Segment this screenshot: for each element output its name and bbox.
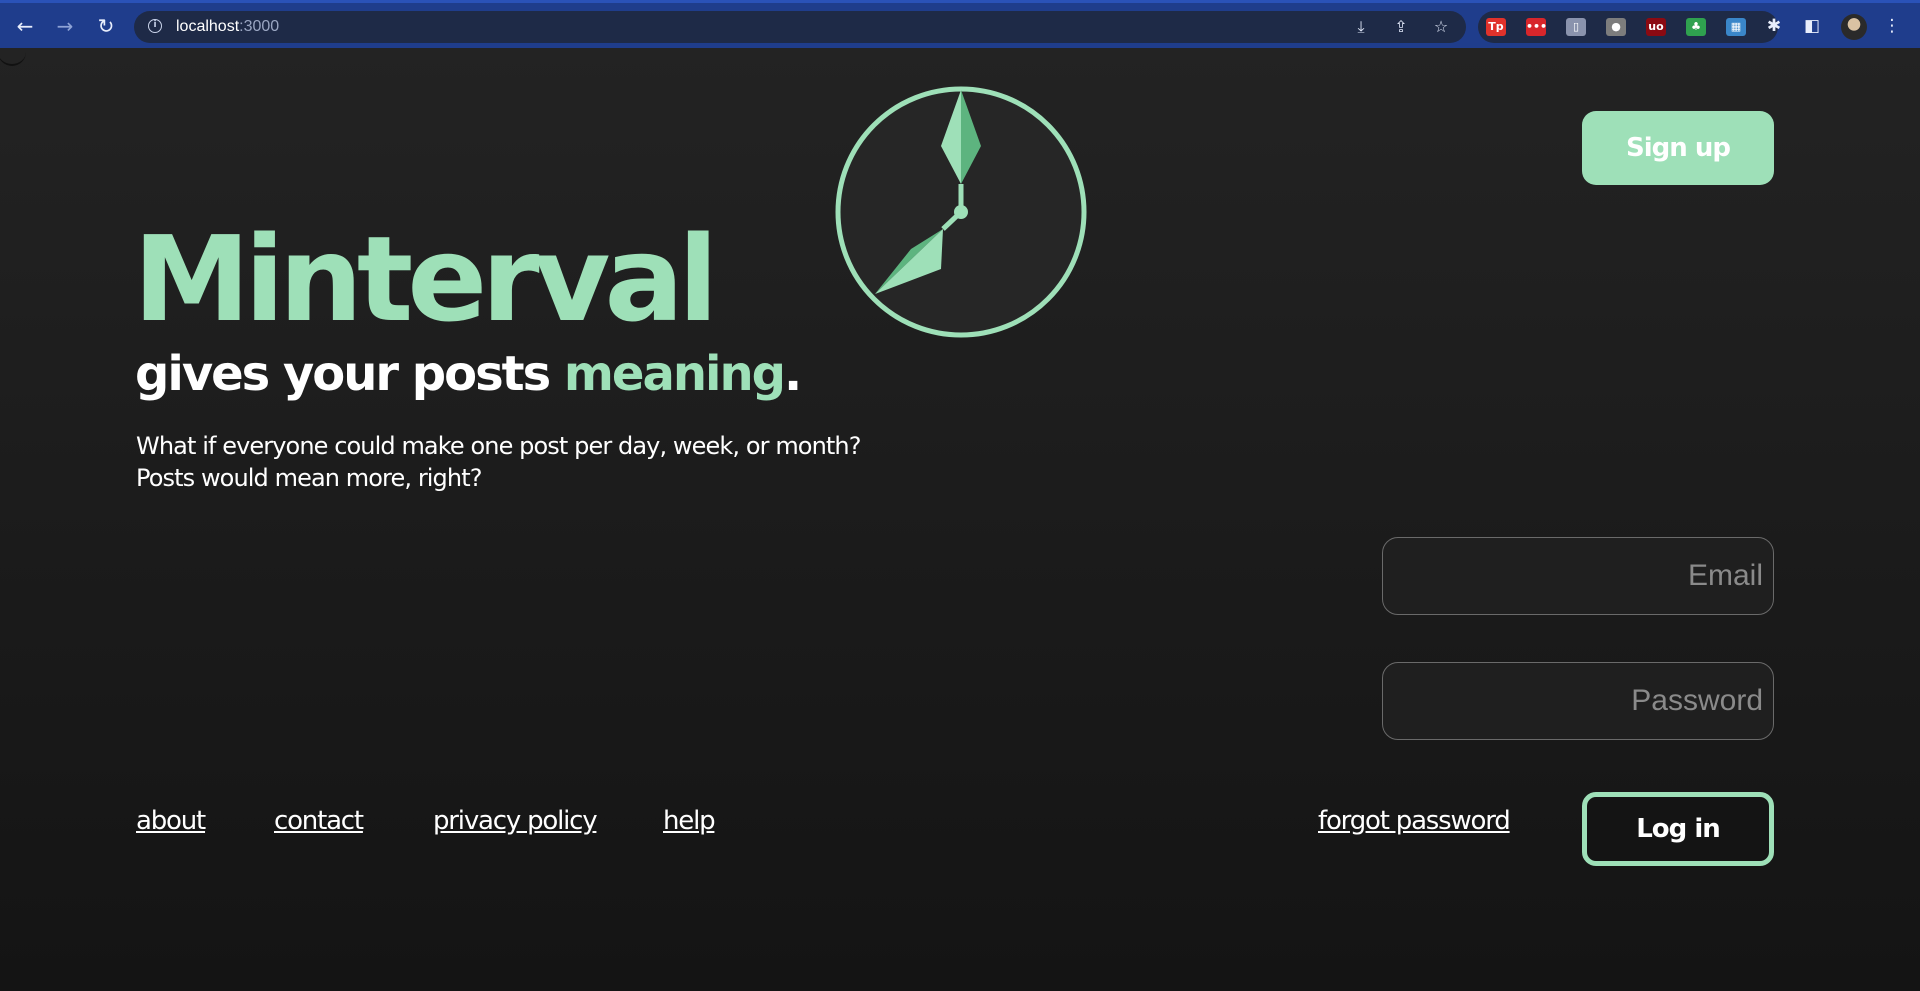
menu-icon[interactable]: ⋮ (1880, 14, 1904, 38)
share-icon[interactable]: ⇪ (1390, 16, 1412, 38)
tp-extension-icon[interactable]: Tp (1486, 18, 1506, 36)
extensions-area: Tp ••• ▯ ● uo ♣ ▦ (1478, 11, 1778, 43)
password-manager-icon[interactable]: ••• (1526, 18, 1547, 36)
install-icon[interactable]: ⤓ (1350, 16, 1372, 38)
description: What if everyone could make one post per… (136, 430, 861, 494)
reload-icon[interactable]: ↻ (93, 13, 119, 39)
side-panel-icon[interactable]: ◧ (1800, 14, 1824, 38)
browser-toolbar: ← → ↻ i localhost:3000 ⤓ ⇪ ☆ Tp ••• ▯ ● … (0, 0, 1920, 48)
app-title: Minterval (133, 210, 719, 348)
loading-spinner-icon (0, 48, 26, 66)
help-link[interactable]: help (663, 806, 716, 836)
grid-extension-icon[interactable]: ▦ (1726, 18, 1746, 36)
forward-icon[interactable]: → (52, 13, 78, 39)
privacy-policy-link[interactable]: privacy policy (433, 806, 598, 836)
tree-extension-icon[interactable]: ♣ (1686, 18, 1706, 36)
about-link[interactable]: about (136, 806, 206, 836)
profile-avatar[interactable] (1841, 14, 1867, 40)
password-field[interactable] (1382, 662, 1774, 740)
forgot-password-link[interactable]: forgot password (1318, 806, 1511, 836)
tagline-accent: meaning (563, 346, 786, 402)
site-info-icon[interactable]: i (148, 19, 162, 33)
mouse-extension-icon[interactable]: ● (1606, 18, 1626, 36)
device-icon[interactable]: ▯ (1566, 18, 1586, 36)
description-line-1: What if everyone could make one post per… (136, 432, 861, 460)
signup-button[interactable]: Sign up (1582, 111, 1774, 185)
login-button[interactable]: Log in (1582, 792, 1774, 866)
ublock-icon[interactable]: uo (1646, 18, 1666, 36)
contact-link[interactable]: contact (274, 806, 364, 836)
puzzle-icon[interactable]: ✱ (1762, 14, 1786, 38)
email-field[interactable] (1382, 537, 1774, 615)
address-bar[interactable]: i localhost:3000 ⤓ ⇪ ☆ (134, 11, 1466, 43)
url-text[interactable]: localhost:3000 (176, 18, 279, 36)
back-icon[interactable]: ← (12, 13, 38, 39)
description-line-2: Posts would mean more, right? (136, 464, 482, 492)
clock-logo-icon (835, 86, 1087, 338)
star-icon[interactable]: ☆ (1430, 16, 1452, 38)
tagline-period: . (784, 346, 802, 402)
tagline: gives your posts meaning. (135, 350, 802, 398)
landing-page: Minterval gives your posts meaning. What… (0, 48, 1920, 991)
tagline-text: gives your posts (135, 346, 564, 402)
